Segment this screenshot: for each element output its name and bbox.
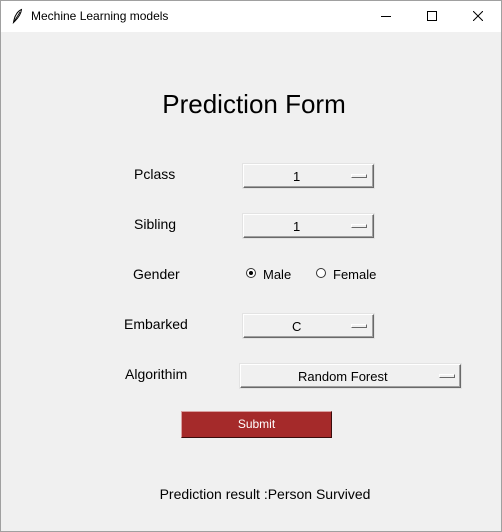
dropdown-indicator-icon [351, 174, 367, 178]
sibling-value: 1 [293, 219, 301, 234]
embarked-value: C [292, 319, 302, 334]
app-window: Mechine Learning models Prediction Form … [0, 0, 502, 532]
close-icon [473, 11, 483, 21]
dropdown-indicator-icon [439, 374, 455, 378]
gender-radio-female[interactable] [316, 268, 326, 278]
pclass-select[interactable]: 1 [243, 164, 374, 188]
sibling-select[interactable]: 1 [243, 214, 374, 238]
gender-option-female[interactable]: Female [333, 267, 376, 282]
algorithm-select[interactable]: Random Forest [240, 364, 461, 388]
algorithm-label: Algorithim [125, 366, 188, 382]
maximize-button[interactable] [409, 1, 455, 32]
window-title: Mechine Learning models [31, 9, 169, 23]
radio-selected-dot [249, 271, 253, 275]
close-button[interactable] [455, 1, 501, 32]
dropdown-indicator-icon [351, 224, 367, 228]
sibling-label: Sibling [134, 216, 177, 232]
pclass-label: Pclass [134, 166, 176, 182]
title-bar[interactable]: Mechine Learning models [1, 1, 501, 32]
prediction-result: Prediction result :Person Survived [159, 486, 371, 502]
dropdown-indicator-icon [351, 324, 367, 328]
maximize-icon [427, 11, 437, 21]
embarked-label: Embarked [124, 316, 188, 332]
embarked-select[interactable]: C [243, 314, 374, 338]
submit-button[interactable]: Submit [181, 411, 332, 438]
form-heading: Prediction Form [162, 89, 346, 119]
feather-icon [10, 8, 26, 25]
pclass-value: 1 [293, 169, 301, 184]
gender-label: Gender [133, 266, 180, 282]
algorithm-value: Random Forest [298, 369, 388, 384]
gender-radio-male[interactable] [246, 268, 256, 278]
minimize-icon [381, 16, 391, 17]
gender-option-male[interactable]: Male [263, 267, 291, 282]
minimize-button[interactable] [363, 1, 409, 32]
